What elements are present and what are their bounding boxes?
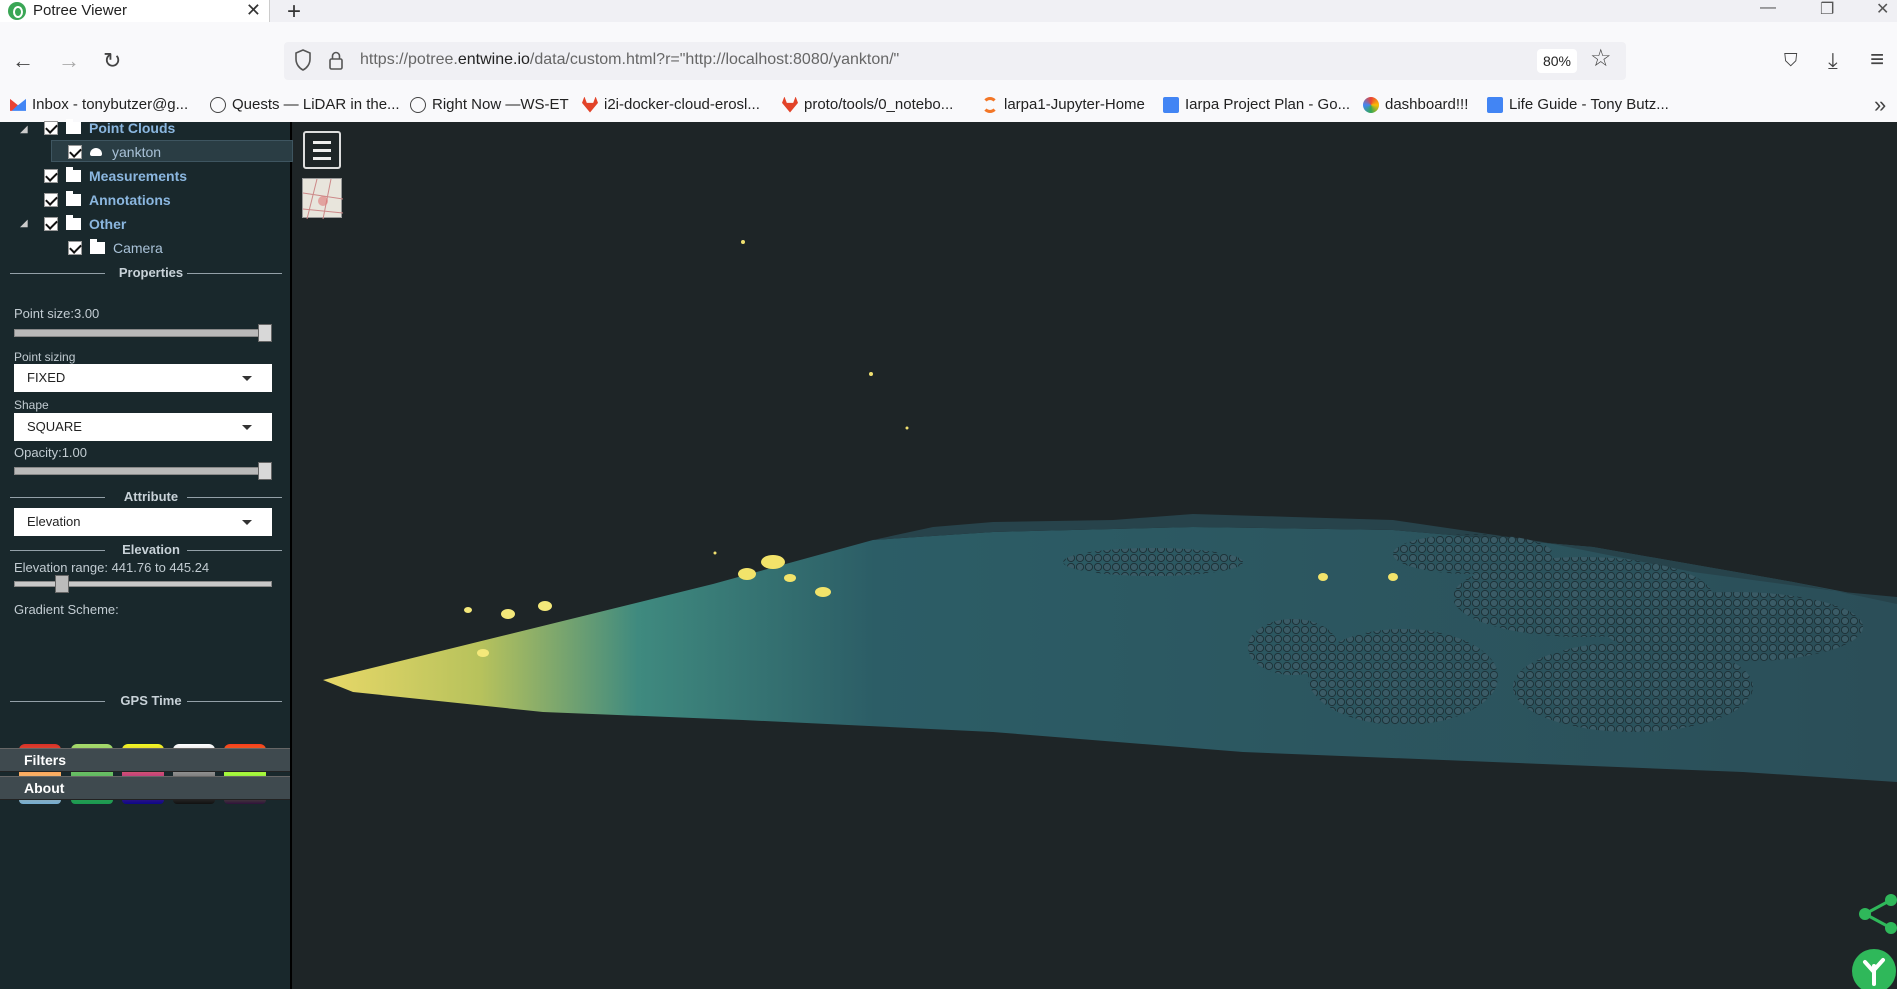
collapse-icon[interactable]: ◢ [20,218,28,229]
point-size-slider[interactable] [14,324,272,342]
annotations-checkbox[interactable] [44,193,58,207]
docs-icon [1487,96,1503,113]
forward-icon[interactable]: → [58,48,80,74]
folder-icon [66,191,81,206]
bookmark-quests[interactable]: Quests — LiDAR in the... [210,96,400,113]
point-clouds-checkbox[interactable] [44,121,58,135]
filters-panel-header[interactable]: Filters [0,748,290,772]
restore-button[interactable]: ❐ [1820,0,1834,19]
map-thumbnail[interactable] [302,178,344,220]
docs-icon [1163,96,1179,113]
url-host: entwine.io [457,51,530,68]
elevation-range-label: Elevation range: 441.76 to 445.24 [14,560,210,575]
attribute-header: Attribute [10,489,292,504]
url-path: /data/custom.html?r="http://localhost:80… [529,51,900,68]
gmail-icon [10,98,26,111]
elevation-header: Elevation [10,542,292,557]
app-menu-icon[interactable]: ≡ [1870,46,1884,74]
potree-favicon-icon [8,2,26,20]
potree-sidebar: ◢ Point Clouds yankton Measurements Anno… [0,119,293,989]
tab-bar: Potree Viewer ✕ + — ❐ ✕ [0,0,1897,25]
opacity-label: Opacity:1.00 [14,445,87,460]
url-prefix: https://potree. [360,51,458,68]
attribute-select[interactable]: Elevation [14,508,272,536]
zoom-indicator[interactable]: 80% [1537,49,1577,73]
about-panel-header[interactable]: About [0,776,290,800]
shape-label: Shape [14,398,49,412]
point-sizing-label: Point sizing [14,350,76,364]
opacity-slider[interactable] [14,462,272,480]
properties-header: Properties [10,265,292,280]
folder-icon [66,167,81,182]
bookmark-right-now[interactable]: Right Now —WS-ET [410,96,569,113]
tree-point-clouds[interactable]: Point Clouds [44,119,175,136]
shield-icon[interactable] [294,49,312,71]
menu-toggle-button[interactable] [303,131,341,169]
point-size-slider-thumb[interactable] [258,324,272,342]
downloads-icon[interactable]: ⤓ [1828,48,1838,74]
measurements-checkbox[interactable] [44,169,58,183]
tree-yankton[interactable]: yankton [68,144,161,160]
map-icon [302,178,344,220]
tree-measurements[interactable]: Measurements [44,167,187,184]
yankton-checkbox[interactable] [68,145,82,159]
globe-icon [410,96,426,113]
bookmark-star-icon[interactable]: ☆ [1590,44,1612,73]
url-text[interactable]: https://potree.entwine.io/data/custom.ht… [360,51,899,69]
elevation-range-slider[interactable] [14,575,272,593]
tab-close-icon[interactable]: ✕ [246,0,261,21]
point-sizing-select[interactable]: FIXED [14,364,272,392]
bookmark-inbox[interactable]: Inbox - tonybutzer@g... [10,96,188,113]
close-window-button[interactable]: ✕ [1876,0,1889,19]
potree-3d-viewport[interactable] [293,122,1897,989]
bookmark-iarpa-plan[interactable]: Iarpa Project Plan - Go... [1163,96,1350,113]
back-icon[interactable]: ← [12,48,34,74]
browser-tab[interactable]: Potree Viewer ✕ [0,0,270,22]
opacity-slider-thumb[interactable] [258,462,272,480]
globe-icon [210,96,226,113]
bookmark-life-guide[interactable]: Life Guide - Tony Butz... [1487,96,1669,113]
bookmarks-bar: Inbox - tonybutzer@g... Quests — LiDAR i… [0,92,1897,122]
gps-time-header: GPS Time [10,693,292,708]
tree-camera[interactable]: Camera [68,239,163,256]
folder-icon [66,119,81,134]
dashboard-icon [1363,96,1379,113]
point-size-value: 3.00 [73,306,100,321]
potree-logo-icon[interactable] [1847,944,1897,989]
address-bar[interactable]: https://potree.entwine.io/data/custom.ht… [284,42,1626,80]
bookmark-i2i-docker[interactable]: i2i-docker-cloud-erosl... [582,96,760,113]
cloud-icon [90,148,102,156]
bookmark-dashboard[interactable]: dashboard!!! [1363,96,1468,113]
opacity-value: 1.00 [61,445,87,460]
share-icon[interactable] [1857,892,1897,936]
minimize-button[interactable]: — [1760,0,1776,17]
bookmarks-overflow-icon[interactable]: » [1874,92,1886,118]
collapse-icon[interactable]: ◢ [20,124,28,135]
other-checkbox[interactable] [44,217,58,231]
elevation-range-value: 441.76 to 445.24 [111,560,210,575]
gitlab-icon [582,96,598,113]
reload-icon[interactable]: ↻ [103,48,121,74]
camera-checkbox[interactable] [68,241,82,255]
shape-select[interactable]: SQUARE [14,413,272,441]
tab-title: Potree Viewer [33,2,127,19]
point-size-label: Point size:3.00 [14,306,100,321]
elevation-slider-thumb[interactable] [55,575,69,593]
tree-annotations[interactable]: Annotations [44,191,171,208]
jupyter-icon [982,96,998,113]
point-cloud-render[interactable] [293,122,1897,989]
folder-icon [66,215,81,230]
pocket-icon[interactable]: ⛉ [1784,50,1798,71]
folder-icon [90,239,105,254]
bookmark-jupyter[interactable]: larpa1-Jupyter-Home [982,96,1145,113]
gitlab-icon [782,96,798,113]
bookmark-proto-tools[interactable]: proto/tools/0_notebo... [782,96,953,113]
lock-icon[interactable] [328,50,344,70]
navigation-bar: ← → ↻ https://potree.entwine.io/data/cus… [0,22,1897,102]
gradient-scheme-label: Gradient Scheme: [14,602,119,617]
tree-other[interactable]: Other [44,215,126,232]
